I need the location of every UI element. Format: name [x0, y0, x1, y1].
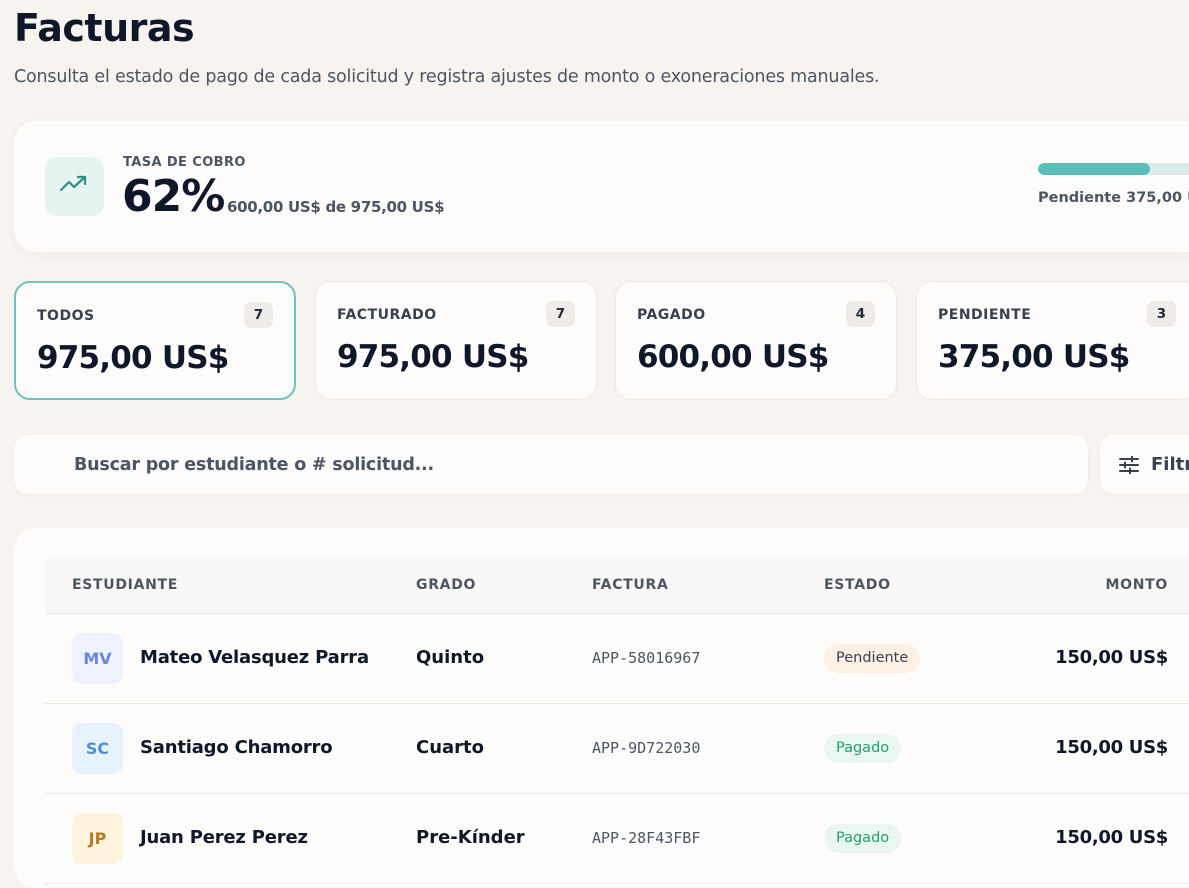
stat-label: PENDIENTE	[938, 307, 1032, 323]
column-header-grado[interactable]: GRADO	[416, 577, 476, 593]
status-badge: Pagado	[824, 734, 902, 763]
grade: Quinto	[416, 647, 485, 668]
column-header-monto[interactable]: MONTO	[1105, 577, 1168, 593]
stat-card-pagado[interactable]: PAGADO 4 600,00 US$	[615, 281, 897, 400]
stat-count-badge: 3	[1147, 301, 1176, 327]
grade: Pre-Kínder	[416, 827, 525, 848]
column-header-estado[interactable]: ESTADO	[824, 577, 891, 593]
stat-value: 975,00 US$	[337, 339, 529, 375]
stat-card-todos[interactable]: TODOS 7 975,00 US$	[14, 281, 296, 400]
avatar: JP	[72, 813, 123, 864]
table-header: ESTUDIANTE GRADO FACTURA ESTADO MONTO	[45, 558, 1189, 614]
stat-value: 975,00 US$	[37, 340, 229, 376]
filter-label: Filtros	[1151, 454, 1189, 475]
stat-label: TODOS	[37, 308, 95, 324]
student-name[interactable]: Santiago Chamorro	[140, 737, 333, 758]
student-name[interactable]: Juan Perez Perez	[140, 827, 308, 848]
trending-up-icon	[45, 157, 104, 216]
avatar: MV	[72, 633, 123, 684]
invoice-number: APP-9D722030	[592, 739, 701, 757]
collection-rate-value: 62%	[122, 171, 225, 222]
avatar: SC	[72, 723, 123, 774]
stat-label: PAGADO	[637, 307, 706, 323]
stat-count-badge: 7	[546, 301, 575, 327]
pending-amount-text: Pendiente 375,00 US$	[1038, 190, 1189, 206]
stat-label: FACTURADO	[337, 307, 437, 323]
status-badge: Pagado	[824, 824, 902, 853]
sliders-icon	[1119, 456, 1139, 474]
search-box	[14, 435, 1088, 494]
student-name[interactable]: Mateo Velasquez Parra	[140, 647, 369, 668]
filter-button[interactable]: Filtros	[1100, 435, 1189, 494]
amount: 150,00 US$	[1055, 737, 1168, 758]
invoice-number: APP-58016967	[592, 649, 701, 667]
page-subtitle: Consulta el estado de pago de cada solic…	[14, 67, 880, 87]
stat-value: 375,00 US$	[938, 339, 1130, 375]
collection-progress-bar	[1038, 163, 1189, 175]
collection-rate-detail: 600,00 US$ de 975,00 US$	[227, 198, 445, 216]
table-row[interactable]: SC Santiago Chamorro Cuarto APP-9D722030…	[45, 703, 1189, 794]
table-row[interactable]: JP Juan Perez Perez Pre-Kínder APP-28F43…	[45, 793, 1189, 884]
page-title: Facturas	[14, 6, 195, 50]
collection-rate-label: TASA DE COBRO	[123, 155, 246, 170]
stat-card-facturado[interactable]: FACTURADO 7 975,00 US$	[315, 281, 597, 400]
collection-rate-card: TASA DE COBRO 62% 600,00 US$ de 975,00 U…	[14, 121, 1189, 252]
search-input[interactable]	[74, 435, 1064, 494]
collection-progress-fill	[1038, 163, 1150, 175]
column-header-estudiante[interactable]: ESTUDIANTE	[72, 577, 178, 593]
stat-count-badge: 4	[846, 301, 875, 327]
invoice-number: APP-28F43FBF	[592, 829, 701, 847]
stat-card-pendiente[interactable]: PENDIENTE 3 375,00 US$	[916, 281, 1189, 400]
invoices-table: ESTUDIANTE GRADO FACTURA ESTADO MONTO MV…	[14, 528, 1189, 888]
table-row[interactable]: MV Mateo Velasquez Parra Quinto APP-5801…	[45, 613, 1189, 704]
status-badge: Pendiente	[824, 644, 921, 673]
grade: Cuarto	[416, 737, 485, 758]
amount: 150,00 US$	[1055, 827, 1168, 848]
stat-value: 600,00 US$	[637, 339, 829, 375]
column-header-factura[interactable]: FACTURA	[592, 577, 669, 593]
stat-count-badge: 7	[244, 302, 273, 328]
amount: 150,00 US$	[1055, 647, 1168, 668]
